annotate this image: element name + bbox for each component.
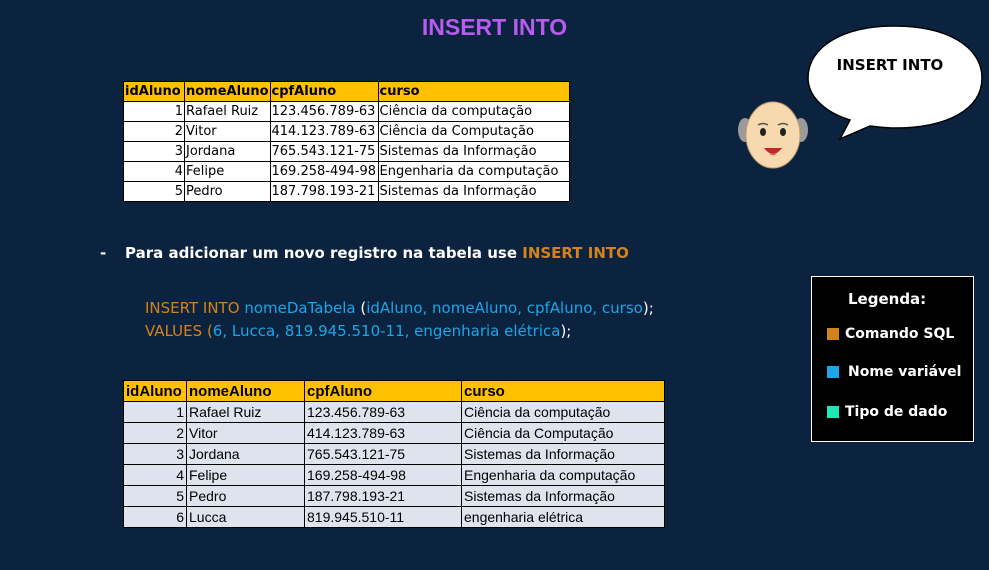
table-cell: Pedro (184, 181, 271, 202)
table-cell: 123.456.789-63 (304, 401, 462, 423)
table-row: 5 Pedro 187.798.193-21 Sistemas da Infor… (123, 181, 570, 202)
table-row: 1 Rafael Ruiz 123.456.789-63 Ciência da … (123, 401, 665, 423)
table-row: 3 Jordana 765.543.121-75 Sistemas da Inf… (123, 443, 665, 465)
table-header-row: idAluno nomeAluno cpfAluno curso (123, 380, 665, 402)
column-list: idAluno, nomeAluno, cpfAluno, curso (366, 299, 643, 317)
column-header: cpfAluno (304, 380, 462, 402)
legend-item-variable-name: Nome variável (827, 364, 961, 380)
table-cell: 5 (123, 181, 185, 202)
table-cell: 5 (123, 485, 187, 507)
legend-label: Nome variável (848, 364, 962, 380)
table-cell: 2 (123, 422, 187, 444)
table-cell: 1 (123, 401, 187, 423)
code-line-insert: INSERT INTO nomeDaTabela (idAluno, nomeA… (145, 299, 654, 317)
table-cell: Engenharia da computação (377, 161, 570, 182)
sql-keyword: INSERT INTO (145, 299, 240, 317)
table-cell: Pedro (186, 485, 305, 507)
table-cell: 4 (123, 464, 187, 486)
table-cell: Sistemas da Informação (377, 141, 570, 162)
table-cell: 123.456.789-63 (269, 101, 379, 122)
table-cell: Jordana (184, 141, 271, 162)
teacher-avatar-icon (738, 101, 808, 169)
table-row: 4 Felipe 169.258-494-98 Engenharia da co… (123, 464, 665, 486)
speech-bubble (807, 25, 983, 141)
table-cell: Sistemas da Informação (461, 443, 665, 465)
legend-label: Tipo de dado (845, 404, 948, 420)
table-row: 4 Felipe 169.258-494-98 Engenharia da co… (123, 161, 570, 182)
bullet-dash: - (100, 244, 107, 262)
column-header: idAluno (123, 81, 185, 102)
bullet-text: Para adicionar um novo registro na tabel… (125, 244, 523, 262)
table-cell: Rafael Ruiz (184, 101, 271, 122)
table-cell: 169.258-494-98 (269, 161, 379, 182)
table-cell: Engenharia da computação (461, 464, 665, 486)
bullet-keyword: INSERT INTO (522, 244, 629, 262)
table-cell: 414.123.789-63 (269, 121, 379, 142)
table-cell: 169.258-494-98 (304, 464, 462, 486)
table-cell: Jordana (186, 443, 305, 465)
paren-close: ); (560, 322, 572, 340)
column-header: nomeAluno (184, 81, 271, 102)
instruction-bullet: - Para adicionar um novo registro na tabe… (100, 244, 629, 262)
orange-swatch-icon (827, 328, 839, 340)
table-row: 2 Vitor 414.123.789-63 Ciência da Comput… (123, 121, 570, 142)
legend-label: Comando SQL (845, 326, 955, 342)
column-header: idAluno (123, 380, 187, 402)
table-cell: 3 (123, 443, 187, 465)
table-cell: 187.798.193-21 (269, 181, 379, 202)
blue-swatch-icon (827, 366, 839, 378)
table-cell: Ciência da computação (461, 401, 665, 423)
table-cell: Ciência da computação (377, 101, 570, 122)
table-cell: 765.543.121-75 (304, 443, 462, 465)
table-cell: 819.945.510-11 (304, 506, 462, 528)
table-name: nomeDaTabela (244, 299, 356, 317)
table-cell: engenharia elétrica (461, 506, 665, 528)
students-table-before: idAluno nomeAluno cpfAluno curso 1 Rafae… (123, 81, 570, 202)
code-line-values: VALUES (6, Lucca, 819.945.510-11, engenh… (145, 322, 571, 340)
table-cell: Sistemas da Informação (377, 181, 570, 202)
teal-swatch-icon (827, 406, 839, 418)
table-row: 5 Pedro 187.798.193-21 Sistemas da Infor… (123, 485, 665, 507)
table-cell: Vitor (184, 121, 271, 142)
table-row: 3 Jordana 765.543.121-75 Sistemas da Inf… (123, 141, 570, 162)
table-cell: Rafael Ruiz (186, 401, 305, 423)
column-header: cpfAluno (269, 81, 379, 102)
table-cell: Ciência da Computação (461, 422, 665, 444)
table-row: 6 Lucca 819.945.510-11 engenharia elétri… (123, 506, 665, 528)
legend-item-sql-command: Comando SQL (827, 326, 954, 342)
legend-panel: Legenda: Comando SQL Nome variável Tipo … (811, 276, 974, 442)
legend-title: Legenda: (848, 290, 927, 308)
table-cell: 3 (123, 141, 185, 162)
students-table-after: idAluno nomeAluno cpfAluno curso 1 Rafae… (123, 380, 665, 528)
column-header: nomeAluno (186, 380, 305, 402)
table-cell: 765.543.121-75 (269, 141, 379, 162)
legend-item-data-type: Tipo de dado (827, 404, 947, 420)
table-cell: Felipe (184, 161, 271, 182)
paren-close: ); (642, 299, 654, 317)
table-cell: Sistemas da Informação (461, 485, 665, 507)
column-header: curso (377, 81, 570, 102)
value-list: 6, Lucca, 819.945.510-11, engenharia elé… (212, 322, 561, 340)
table-cell: Felipe (186, 464, 305, 486)
table-header-row: idAluno nomeAluno cpfAluno curso (123, 81, 570, 102)
table-cell: Ciência da Computação (377, 121, 570, 142)
table-row: 2 Vitor 414.123.789-63 Ciência da Comput… (123, 422, 665, 444)
table-cell: 414.123.789-63 (304, 422, 462, 444)
bubble-text: INSERT INTO (836, 56, 944, 74)
column-header: curso (461, 380, 665, 402)
table-row: 1 Rafael Ruiz 123.456.789-63 Ciência da … (123, 101, 570, 122)
table-cell: 187.798.193-21 (304, 485, 462, 507)
table-cell: Lucca (186, 506, 305, 528)
table-cell: 4 (123, 161, 185, 182)
sql-keyword: VALUES (145, 322, 203, 340)
table-cell: 6 (123, 506, 187, 528)
table-cell: 1 (123, 101, 185, 122)
table-cell: Vitor (186, 422, 305, 444)
table-cell: 2 (123, 121, 185, 142)
